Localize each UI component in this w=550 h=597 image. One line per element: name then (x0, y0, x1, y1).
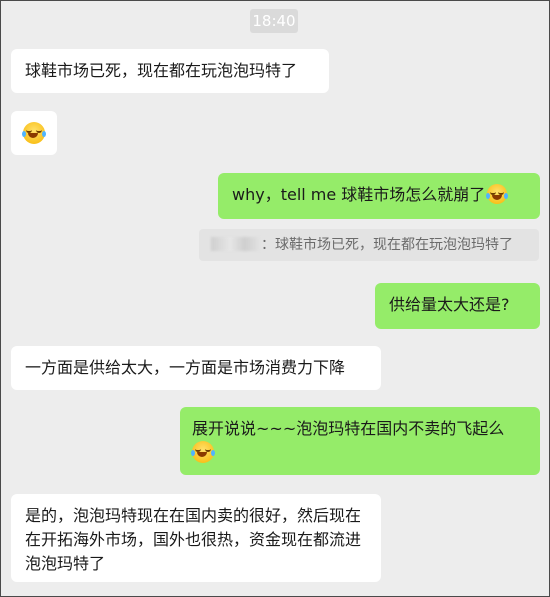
message-bubble-received[interactable]: 是的，泡泡玛特现在在国内卖的很好，然后现在在开拓海外市场，国外也很热，资金现在都… (11, 494, 381, 582)
message-bubble-sent[interactable]: 供给量太大还是? (375, 283, 540, 329)
message-text: 供给量太大还是? (389, 295, 510, 314)
message-bubble-received-emoji[interactable] (11, 111, 57, 155)
message-text: 球鞋市场已死，现在都在玩泡泡玛特了 (25, 61, 298, 80)
message-text: 是的，泡泡玛特现在在国内卖的很好，然后现在在开拓海外市场，国外也很热，资金现在都… (25, 506, 362, 573)
laughing-crying-emoji-icon (191, 441, 215, 463)
message-bubble-received[interactable]: 一方面是供给太大，一方面是市场消费力下降 (11, 346, 381, 390)
laughing-crying-emoji-icon (486, 184, 509, 204)
chat-window: 18:40 球鞋市场已死，现在都在玩泡泡玛特了 why，tell me 球鞋市场… (0, 0, 550, 597)
blurred-sender-name (211, 237, 259, 251)
message-text: 一方面是供给太大，一方面是市场消费力下降 (25, 358, 346, 377)
quoted-message[interactable]: ：球鞋市场已死，现在都在玩泡泡玛特了 (199, 229, 539, 261)
quoted-text: ：球鞋市场已死，现在都在玩泡泡玛特了 (261, 237, 513, 253)
message-text: 展开说说~~~泡泡玛特在国内不卖的飞起么 (192, 419, 505, 438)
timestamp: 18:40 (250, 9, 298, 33)
laughing-crying-emoji-icon (22, 122, 46, 144)
message-text: why，tell me 球鞋市场怎么就崩了 (232, 185, 486, 204)
message-bubble-received[interactable]: 球鞋市场已死，现在都在玩泡泡玛特了 (11, 49, 329, 93)
message-bubble-sent[interactable]: 展开说说~~~泡泡玛特在国内不卖的飞起么 (180, 407, 540, 475)
message-bubble-sent[interactable]: why，tell me 球鞋市场怎么就崩了 (218, 173, 540, 219)
